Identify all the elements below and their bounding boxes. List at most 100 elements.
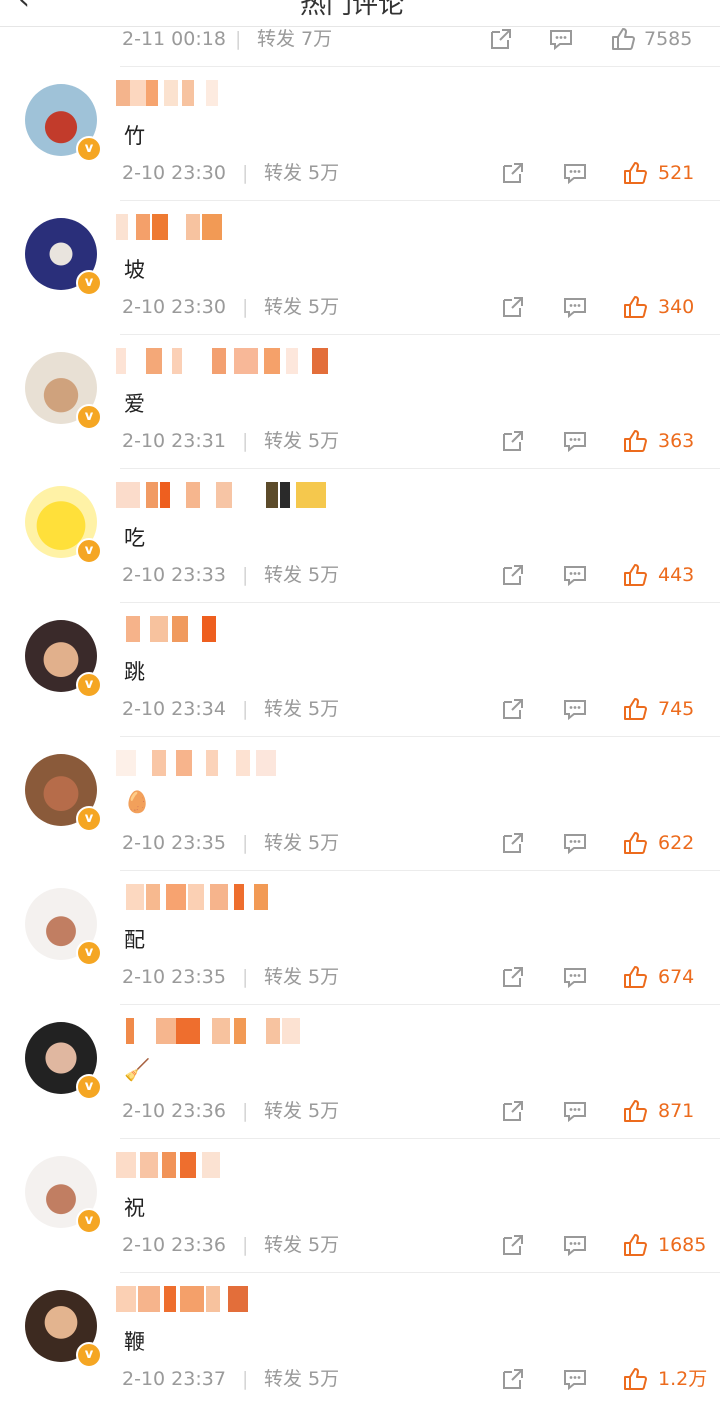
thumbs-up-icon[interactable] <box>622 1098 648 1124</box>
share-icon[interactable] <box>500 428 526 454</box>
comment-text: 坡 <box>124 258 145 282</box>
comment-meta: 2-10 23:34 | 转发 5万 745 <box>122 694 720 724</box>
comment-icon[interactable] <box>562 830 588 856</box>
share-icon[interactable] <box>500 1232 526 1258</box>
like-count: 1.2万 <box>658 1368 708 1390</box>
thumbs-up-icon[interactable] <box>622 160 648 186</box>
share-icon[interactable] <box>500 562 526 588</box>
comment-item[interactable]: v 祝 2-10 23:36 | 转发 5万 1685 <box>0 1138 720 1272</box>
share-icon[interactable] <box>500 1098 526 1124</box>
thumbs-up-icon[interactable] <box>622 964 648 990</box>
comment-item[interactable]: v 爱 2-10 23:31 | 转发 5万 363 <box>0 334 720 468</box>
comment-meta: 2-10 23:30 | 转发 5万 521 <box>122 158 720 188</box>
comment-meta: 2-10 23:31 | 转发 5万 363 <box>122 426 720 456</box>
thumbs-up-icon[interactable] <box>622 294 648 320</box>
verified-badge-icon: v <box>76 1074 102 1100</box>
comment-icon[interactable] <box>562 696 588 722</box>
like-count: 340 <box>658 296 695 318</box>
like-count: 7585 <box>644 28 693 50</box>
repost-count: 转发 5万 <box>264 1100 340 1122</box>
divider <box>120 468 720 469</box>
divider <box>120 334 720 335</box>
comment-item[interactable]: v 🧹 2-10 23:36 | 转发 5万 871 <box>0 1004 720 1138</box>
thumbs-up-icon[interactable] <box>622 1232 648 1258</box>
repost-count: 转发 5万 <box>264 1368 340 1390</box>
comment-item[interactable]: v 吃 2-10 23:33 | 转发 5万 443 <box>0 468 720 602</box>
share-icon[interactable] <box>500 830 526 856</box>
verified-badge-icon: v <box>76 270 102 296</box>
verified-badge-icon: v <box>76 404 102 430</box>
comment-icon[interactable] <box>562 1098 588 1124</box>
comment-text: 爱 <box>124 392 145 416</box>
verified-badge-icon: v <box>76 1208 102 1234</box>
verified-badge-icon: v <box>76 672 102 698</box>
divider <box>120 1272 720 1273</box>
comment-icon[interactable] <box>562 1366 588 1392</box>
thumbs-up-icon[interactable] <box>622 1366 648 1392</box>
comment-text: 竹 <box>124 124 145 148</box>
comment-meta: 2-10 23:35 | 转发 5万 674 <box>122 962 720 992</box>
comment-meta: 2-10 23:35 | 转发 5万 622 <box>122 828 720 858</box>
comment-meta: 2-10 23:37 | 转发 5万 1.2万 <box>122 1364 720 1394</box>
repost-count: 转发 5万 <box>264 430 340 452</box>
comment-icon[interactable] <box>562 562 588 588</box>
verified-badge-icon: v <box>76 1342 102 1368</box>
like-count: 363 <box>658 430 695 452</box>
thumbs-up-icon[interactable] <box>622 830 648 856</box>
comment-item[interactable]: v 坡 2-10 23:30 | 转发 5万 340 <box>0 200 720 334</box>
comment-icon[interactable] <box>562 160 588 186</box>
comment-time: 2-10 23:35 <box>122 966 226 988</box>
meta-separator: | <box>242 1234 249 1256</box>
like-count: 871 <box>658 1100 695 1122</box>
like-count: 1685 <box>658 1234 707 1256</box>
divider <box>120 200 720 201</box>
comment-meta: 2-10 23:36 | 转发 5万 871 <box>122 1096 720 1126</box>
comment-icon[interactable] <box>562 294 588 320</box>
repost-count: 转发 5万 <box>264 966 340 988</box>
thumbs-up-icon[interactable] <box>622 428 648 454</box>
share-icon[interactable] <box>500 294 526 320</box>
repost-count: 转发 5万 <box>264 162 340 184</box>
share-icon[interactable] <box>500 964 526 990</box>
comment-item[interactable]: v 🥚 2-10 23:35 | 转发 5万 622 <box>0 736 720 870</box>
comment-time: 2-10 23:31 <box>122 430 226 452</box>
verified-badge-icon: v <box>76 136 102 162</box>
repost-count: 转发 5万 <box>264 698 340 720</box>
meta-separator: | <box>242 296 249 318</box>
comment-icon[interactable] <box>562 964 588 990</box>
comment-meta: 2-10 23:36 | 转发 5万 1685 <box>122 1230 720 1260</box>
meta-separator: | <box>242 564 249 586</box>
comment-time: 2-11 00:18 <box>122 28 226 50</box>
comment-time: 2-10 23:35 <box>122 832 226 854</box>
thumbs-up-icon[interactable] <box>622 696 648 722</box>
verified-badge-icon: v <box>76 538 102 564</box>
page-title: 热门评论 <box>300 0 405 20</box>
like-count: 622 <box>658 832 695 854</box>
share-icon[interactable] <box>500 1366 526 1392</box>
back-chevron-icon[interactable]: ‹ <box>18 0 30 17</box>
like-count: 745 <box>658 698 695 720</box>
meta-separator: | <box>242 162 249 184</box>
comment-text: 🧹 <box>124 1058 151 1082</box>
comment-time: 2-10 23:36 <box>122 1234 226 1256</box>
comment-icon[interactable] <box>562 428 588 454</box>
divider <box>120 602 720 603</box>
share-icon[interactable] <box>500 160 526 186</box>
thumbs-up-icon[interactable] <box>610 26 636 52</box>
comment-text: 跳 <box>124 660 145 684</box>
comment-icon[interactable] <box>548 26 574 52</box>
nav-bar: ‹ 热门评论 <box>0 0 720 27</box>
thumbs-up-icon[interactable] <box>622 562 648 588</box>
comment-icon[interactable] <box>562 1232 588 1258</box>
share-icon[interactable] <box>500 696 526 722</box>
comment-item[interactable]: v 竹 2-10 23:30 | 转发 5万 521 <box>0 66 720 200</box>
comment-time: 2-10 23:33 <box>122 564 226 586</box>
repost-count: 转发 5万 <box>264 296 340 318</box>
share-icon[interactable] <box>488 26 514 52</box>
meta-separator: | <box>242 966 249 988</box>
comment-item[interactable]: v 跳 2-10 23:34 | 转发 5万 745 <box>0 602 720 736</box>
comment-item[interactable]: v 配 2-10 23:35 | 转发 5万 674 <box>0 870 720 1004</box>
comment-meta: 2-10 23:33 | 转发 5万 443 <box>122 560 720 590</box>
meta-separator: | <box>242 698 249 720</box>
divider <box>120 1004 720 1005</box>
